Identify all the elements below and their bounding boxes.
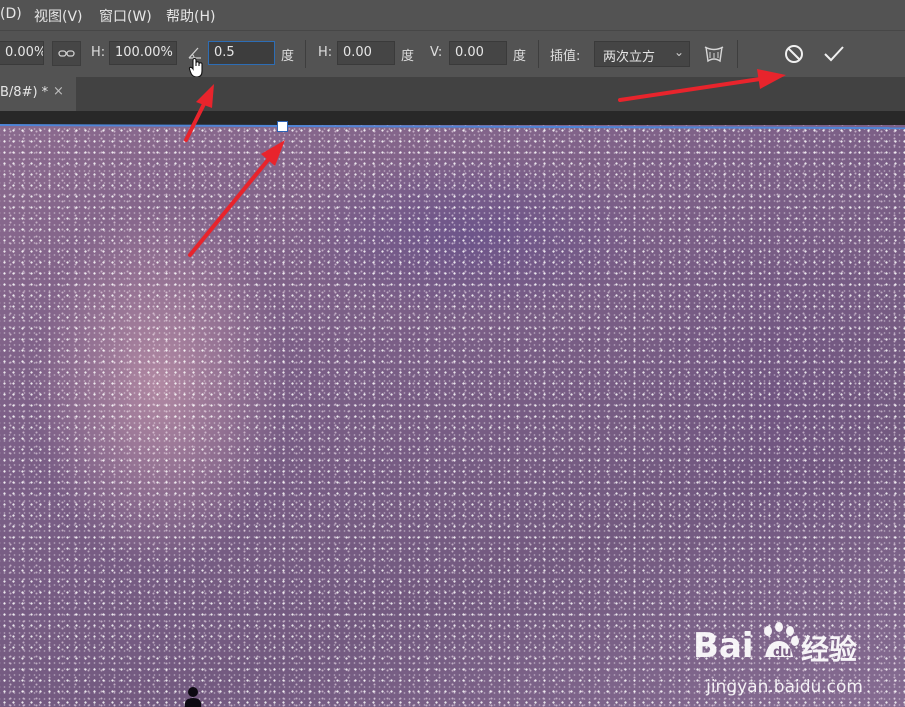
svg-text:du: du	[773, 645, 792, 660]
baidu-logo-icon: Bai du 经验	[693, 622, 857, 666]
baidu-watermark: Bai du 经验 jingyan.baidu.com	[693, 617, 903, 707]
height-label: H:	[91, 45, 106, 60]
link-icon	[58, 50, 75, 57]
canvas-area[interactable]: Bai du 经验 jingyan.baidu.com	[0, 111, 905, 707]
menu-item-window[interactable]: 窗口(W)	[99, 6, 152, 26]
v-skew-degree-label: 度	[513, 49, 527, 64]
transform-handle[interactable]	[277, 121, 288, 132]
svg-text:Bai: Bai	[693, 626, 754, 666]
menu-item-select[interactable]: (D)	[0, 6, 22, 22]
divider	[737, 40, 738, 68]
width-percent-field[interactable]: 0.00%	[0, 41, 44, 65]
interpolation-label: 插值:	[550, 49, 581, 64]
h-skew-label: H:	[318, 45, 333, 60]
v-skew-label: V:	[430, 45, 443, 60]
cancel-icon[interactable]	[783, 43, 805, 69]
height-percent-field[interactable]: 100.00%	[109, 41, 177, 65]
interpolation-select[interactable]: 两次立方 ⌄	[594, 41, 690, 67]
document-tab[interactable]: B/8#) * ×	[0, 77, 76, 111]
person-silhouette-icon	[184, 687, 202, 707]
menu-item-view[interactable]: 视图(V)	[34, 6, 83, 26]
link-proportions-button[interactable]	[52, 41, 81, 66]
h-skew-field[interactable]: 0.00	[337, 41, 395, 65]
menu-bar: (D) 视图(V) 窗口(W) 帮助(H)	[0, 0, 905, 30]
warp-icon[interactable]	[702, 43, 726, 69]
close-icon[interactable]: ×	[53, 84, 64, 99]
svg-text:经验: 经验	[801, 633, 857, 666]
interpolation-value: 两次立方	[603, 50, 656, 65]
rotation-degree-label: 度	[281, 49, 295, 64]
divider	[305, 40, 306, 68]
v-skew-field[interactable]: 0.00	[449, 41, 507, 65]
document-tab-title: B/8#) *	[0, 85, 49, 100]
document-tab-bar: B/8#) * ×	[0, 77, 905, 112]
watermark-url: jingyan.baidu.com	[706, 677, 863, 697]
divider	[538, 40, 539, 68]
chevron-down-icon: ⌄	[673, 45, 684, 59]
commit-check-icon[interactable]	[822, 43, 846, 69]
options-bar: 0.00% H: 100.00% 0.5 度 H: 0.00 度 V: 0.00…	[0, 30, 905, 78]
night-sky-photo: Bai du 经验 jingyan.baidu.com	[0, 125, 905, 707]
menu-item-help[interactable]: 帮助(H)	[166, 6, 215, 26]
h-skew-degree-label: 度	[401, 49, 415, 64]
rotation-angle-field[interactable]: 0.5	[208, 41, 275, 65]
